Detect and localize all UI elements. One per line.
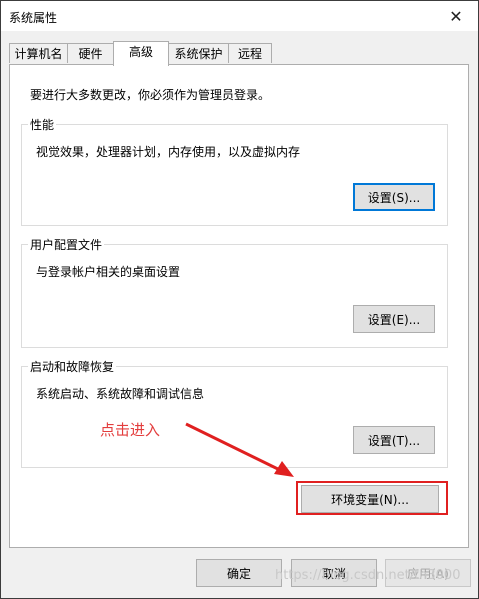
user-profiles-settings-button[interactable]: 设置(E)... (353, 305, 435, 333)
tab-advanced[interactable]: 高级 (113, 41, 169, 66)
tab-hardware[interactable]: 硬件 (67, 43, 114, 63)
startup-recovery-group: 启动和故障恢复 系统启动、系统故障和调试信息 设置(T)... (21, 358, 448, 468)
performance-desc: 视觉效果，处理器计划，内存使用，以及虚拟内存 (36, 145, 301, 159)
window-title: 系统属性 (9, 11, 58, 25)
user-profiles-group-title: 用户配置文件 (28, 236, 105, 253)
startup-recovery-group-title: 启动和故障恢复 (28, 358, 117, 375)
watermark: https://blog.csdn.net/th3000 (275, 568, 461, 583)
tab-remote[interactable]: 远程 (228, 43, 272, 63)
performance-group: 性能 视觉效果，处理器计划，内存使用，以及虚拟内存 设置(S)... (21, 116, 448, 226)
admin-notice: 要进行大多数更改，你必须作为管理员登录。 (30, 88, 271, 102)
startup-recovery-settings-button[interactable]: 设置(T)... (353, 426, 435, 454)
tab-computer-name[interactable]: 计算机名 (9, 43, 68, 63)
env-button-highlight (296, 481, 448, 515)
annotation-label: 点击进入 (100, 421, 161, 439)
user-profiles-desc: 与登录帐户相关的桌面设置 (36, 265, 181, 279)
advanced-panel: 要进行大多数更改，你必须作为管理员登录。 性能 视觉效果，处理器计划，内存使用，… (9, 64, 469, 548)
tab-system-protection[interactable]: 系统保护 (168, 43, 229, 63)
startup-recovery-desc: 系统启动、系统故障和调试信息 (36, 387, 205, 401)
user-profiles-group: 用户配置文件 与登录帐户相关的桌面设置 设置(E)... (21, 236, 448, 348)
title-bar: 系统属性 ✕ (1, 1, 478, 31)
performance-group-title: 性能 (28, 116, 57, 133)
performance-settings-button[interactable]: 设置(S)... (353, 183, 435, 211)
close-icon[interactable]: ✕ (434, 1, 478, 31)
ok-button[interactable]: 确定 (196, 559, 282, 587)
